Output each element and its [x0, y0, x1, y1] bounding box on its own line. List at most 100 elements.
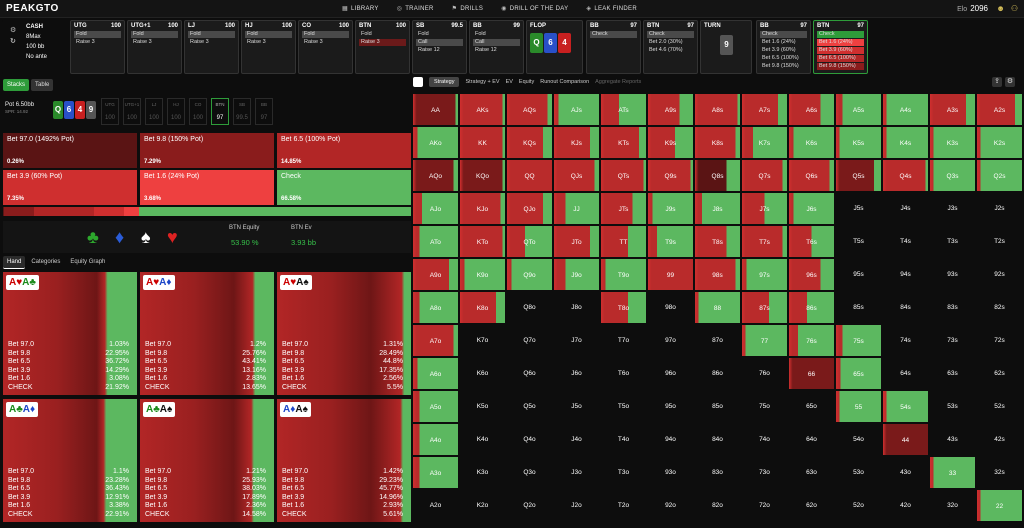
matrix-cell[interactable]: ATs	[600, 93, 647, 126]
matrix-cell[interactable]: A5s	[835, 93, 882, 126]
action-option[interactable]: Bet 6.5 (100%)	[760, 55, 807, 62]
matrix-cell[interactable]: T9o	[600, 258, 647, 291]
matrix-cell[interactable]: K6s	[788, 126, 835, 159]
matrix-cell[interactable]: K6o	[459, 357, 506, 390]
action-option[interactable]: Check	[817, 31, 864, 38]
matrix-cell[interactable]: J5o	[553, 390, 600, 423]
matrix-cell[interactable]: 87s	[741, 291, 788, 324]
matrix-cell[interactable]: QJo	[506, 192, 553, 225]
action-option[interactable]: Fold	[473, 31, 520, 38]
matrix-cell[interactable]: AKs	[459, 93, 506, 126]
matrix-cell[interactable]: Q5o	[506, 390, 553, 423]
matrix-cell[interactable]: 77	[741, 324, 788, 357]
matrix-cell[interactable]: J4o	[553, 423, 600, 456]
matrix-cell[interactable]: 95o	[647, 390, 694, 423]
matrix-cell[interactable]: K4o	[459, 423, 506, 456]
matrix-cell[interactable]: Q6o	[506, 357, 553, 390]
matrix-cell[interactable]: Q9o	[506, 258, 553, 291]
nav-drill-of-the-day[interactable]: ◉ DRILL OF THE DAY	[501, 5, 568, 12]
action-option[interactable]: Raise 3	[245, 39, 292, 46]
position-lj[interactable]: LJ 100 Fold Raise 3	[184, 20, 239, 74]
action-option[interactable]: Raise 3	[302, 39, 349, 46]
matrix-cell[interactable]: 32s	[976, 456, 1023, 489]
action-option[interactable]: Bet 2.0 (30%)	[647, 39, 694, 46]
seat-bb[interactable]: BB 97	[255, 98, 273, 125]
matrix-cell[interactable]: T2s	[976, 225, 1023, 258]
seat-utg[interactable]: UTG 100	[101, 98, 119, 125]
matrix-cell[interactable]: 99	[647, 258, 694, 291]
action-option[interactable]: Raise 3	[188, 39, 235, 46]
matrix-cell[interactable]: A8s	[694, 93, 741, 126]
club-filter-icon[interactable]: ♣	[87, 227, 99, 248]
gear-icon[interactable]: ⚙	[10, 26, 16, 36]
matrix-cell[interactable]: Q6s	[788, 159, 835, 192]
action-tile[interactable]: Bet 97.0 (1492% Pot) 0.26%	[3, 133, 137, 168]
refresh-icon[interactable]: ↻	[10, 37, 16, 47]
matrix-cell[interactable]: 85o	[694, 390, 741, 423]
tab-aggregate-reports[interactable]: Aggregate Reports	[595, 79, 641, 85]
matrix-cell[interactable]: A4s	[882, 93, 929, 126]
matrix-cell[interactable]: 97s	[741, 258, 788, 291]
combo-card[interactable]: A♥A♣ Bet 97.0 1.03% Bet 9.8 22.95% Bet 6.5 36.…	[3, 272, 137, 395]
matrix-cell[interactable]: 87o	[694, 324, 741, 357]
matrix-cell[interactable]: A9s	[647, 93, 694, 126]
position-co[interactable]: CO 100 Fold Raise 3	[298, 20, 353, 74]
matrix-cell[interactable]: Q4s	[882, 159, 929, 192]
position-utg-1[interactable]: UTG+1 100 Fold Raise 3	[127, 20, 182, 74]
matrix-cell[interactable]: JTo	[553, 225, 600, 258]
tab-ev[interactable]: EV	[506, 79, 513, 85]
matrix-cell[interactable]: 86s	[788, 291, 835, 324]
nav-library[interactable]: ▦ LIBRARY	[342, 5, 379, 12]
matrix-cell[interactable]: A4o	[412, 423, 459, 456]
matrix-cell[interactable]: KJs	[553, 126, 600, 159]
matrix-cell[interactable]: 73o	[741, 456, 788, 489]
action-option[interactable]: Raise 12	[473, 47, 520, 54]
seat-btn[interactable]: BTN 97	[211, 98, 229, 125]
matrix-cell[interactable]: 84o	[694, 423, 741, 456]
nav-drills[interactable]: ⚑ DRILLS	[452, 5, 484, 12]
action-option[interactable]: Check	[647, 31, 694, 38]
matrix-cell[interactable]: Q8o	[506, 291, 553, 324]
action-option[interactable]: Raise 3	[359, 39, 406, 46]
tab-runout-comparison[interactable]: Runout Comparison	[540, 79, 589, 85]
matrix-cell[interactable]: 93o	[647, 456, 694, 489]
matrix-cell[interactable]: J5s	[835, 192, 882, 225]
matrix-cell[interactable]: 52s	[976, 390, 1023, 423]
tab-categories[interactable]: Categories	[27, 256, 64, 269]
matrix-cell[interactable]: 43o	[882, 456, 929, 489]
matrix-cell[interactable]: 76o	[741, 357, 788, 390]
matrix-cell[interactable]: K9s	[647, 126, 694, 159]
matrix-cell[interactable]: 83s	[929, 291, 976, 324]
position-utg[interactable]: UTG 100 Fold Raise 3	[70, 20, 125, 74]
matrix-cell[interactable]: JTs	[600, 192, 647, 225]
matrix-cell[interactable]: 94o	[647, 423, 694, 456]
position-bb[interactable]: BB 99 Fold Call Raise 12	[469, 20, 524, 74]
matrix-cell[interactable]: T2o	[600, 489, 647, 522]
matrix-cell[interactable]: Q2o	[506, 489, 553, 522]
action-tile[interactable]: Bet 6.5 (100% Pot) 14.85%	[277, 133, 411, 168]
matrix-cell[interactable]: JJ	[553, 192, 600, 225]
matrix-cell[interactable]: T5s	[835, 225, 882, 258]
matrix-cell[interactable]: QJs	[553, 159, 600, 192]
matrix-cell[interactable]: 62s	[976, 357, 1023, 390]
combo-card[interactable]: A♦A♠ Bet 97.0 1.42% Bet 9.8 29.23% Bet 6.5 45.…	[277, 399, 411, 522]
matrix-cell[interactable]: A8o	[412, 291, 459, 324]
matrix-cell[interactable]: 97o	[647, 324, 694, 357]
matrix-cell[interactable]: 76s	[788, 324, 835, 357]
matrix-cell[interactable]: T8s	[694, 225, 741, 258]
matrix-cell[interactable]: Q7o	[506, 324, 553, 357]
matrix-cell[interactable]: K8s	[694, 126, 741, 159]
tab-hand[interactable]: Hand	[3, 256, 26, 269]
combo-card[interactable]: A♥A♠ Bet 97.0 1.31% Bet 9.8 28.49% Bet 6.5 44.…	[277, 272, 411, 395]
action-option[interactable]: Raise 3	[74, 39, 121, 46]
matrix-cell[interactable]: 98s	[694, 258, 741, 291]
matrix-cell[interactable]: 53o	[835, 456, 882, 489]
matrix-cell[interactable]: 63o	[788, 456, 835, 489]
matrix-cell[interactable]: 43s	[929, 423, 976, 456]
action-option[interactable]: Fold	[416, 31, 463, 38]
matrix-cell[interactable]: 53s	[929, 390, 976, 423]
matrix-cell[interactable]: J4s	[882, 192, 929, 225]
matrix-cell[interactable]: J2s	[976, 192, 1023, 225]
matrix-cell[interactable]: 63s	[929, 357, 976, 390]
matrix-cell[interactable]: 75o	[741, 390, 788, 423]
